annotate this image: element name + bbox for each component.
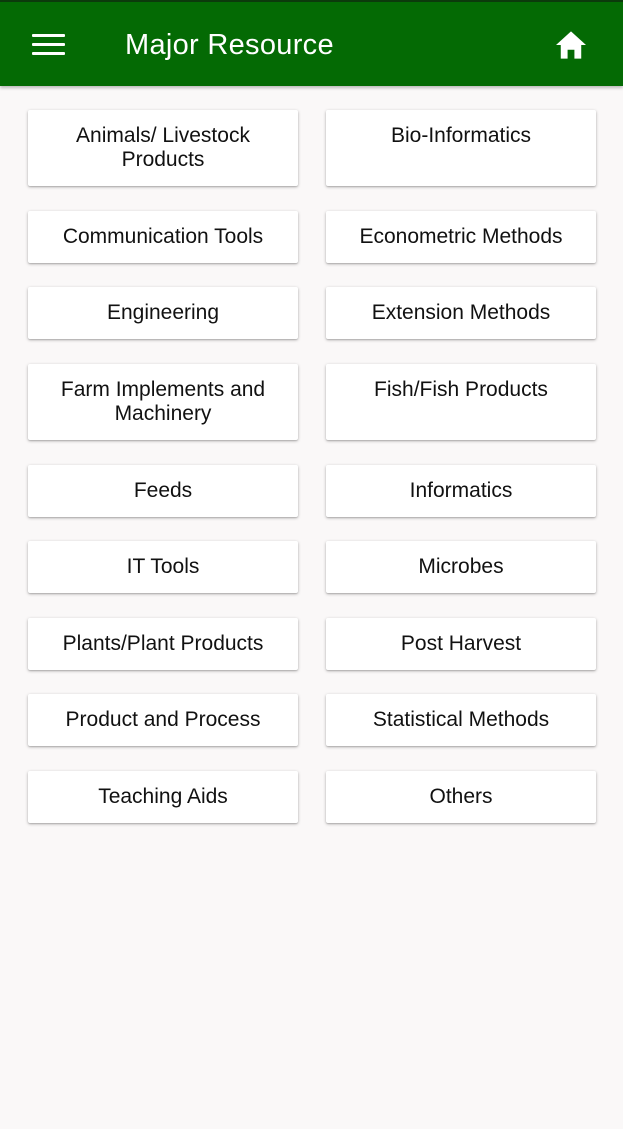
resource-card-fish-fish-products[interactable]: Fish/Fish Products	[326, 364, 596, 440]
resource-card-microbes[interactable]: Microbes	[326, 541, 596, 593]
resource-card-feeds[interactable]: Feeds	[28, 465, 298, 517]
resource-card-statistical-methods[interactable]: Statistical Methods	[326, 694, 596, 746]
resource-card-product-and-process[interactable]: Product and Process	[28, 694, 298, 746]
resource-card-bio-informatics[interactable]: Bio-Informatics	[326, 110, 596, 186]
resource-card-engineering[interactable]: Engineering	[28, 287, 298, 339]
resource-card-communication-tools[interactable]: Communication Tools	[28, 211, 298, 263]
resource-card-it-tools[interactable]: IT Tools	[28, 541, 298, 593]
resource-card-post-harvest[interactable]: Post Harvest	[326, 618, 596, 670]
resource-card-farm-implements-and-machinery[interactable]: Farm Implements and Machinery	[28, 364, 298, 440]
resource-grid: Animals/ Livestock Products Bio-Informat…	[0, 0, 623, 1129]
resource-card-econometric-methods[interactable]: Econometric Methods	[326, 211, 596, 263]
resource-card-informatics[interactable]: Informatics	[326, 465, 596, 517]
resource-card-others[interactable]: Others	[326, 771, 596, 823]
resource-card-plants-plant-products[interactable]: Plants/Plant Products	[28, 618, 298, 670]
resource-card-extension-methods[interactable]: Extension Methods	[326, 287, 596, 339]
resource-card-animals-livestock-products[interactable]: Animals/ Livestock Products	[28, 110, 298, 186]
resource-card-teaching-aids[interactable]: Teaching Aids	[28, 771, 298, 823]
